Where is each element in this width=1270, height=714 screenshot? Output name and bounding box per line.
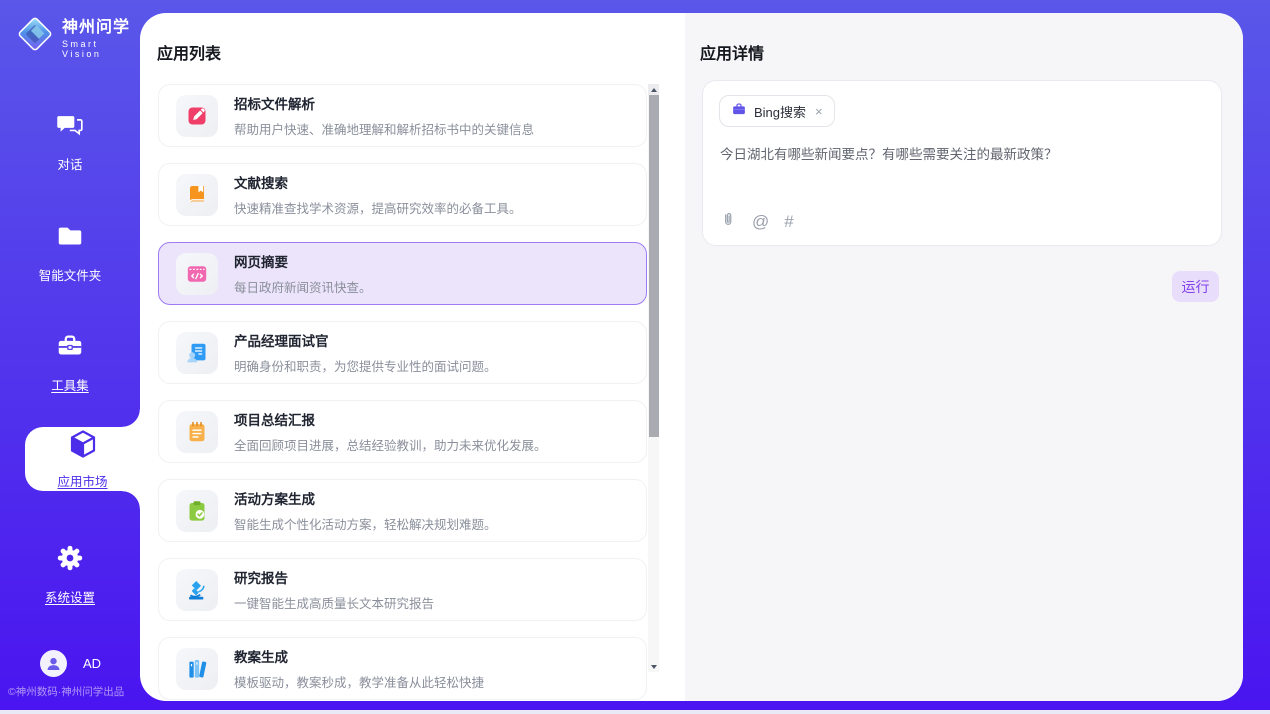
tool-tag-bing-search[interactable]: Bing搜索 ×: [719, 95, 835, 127]
app-card-description: 快速精准查找学术资源，提高研究效率的必备工具。: [234, 198, 522, 217]
app-card-name: 网页摘要: [234, 251, 372, 271]
app-card-name: 产品经理面试官: [234, 330, 497, 350]
app-list-title: 应用列表: [157, 40, 221, 64]
user-account[interactable]: AD: [40, 650, 101, 677]
app-card-description: 模板驱动，教案秒成，教学准备从此轻松快捷: [234, 672, 484, 691]
app-card-description: 一键智能生成高质量长文本研究报告: [234, 593, 434, 612]
main-surface: 应用列表 招标文件解析帮助用户快速、准确地理解和解析招标书中的关键信息文献搜索快…: [140, 13, 1243, 701]
query-editor-card[interactable]: Bing搜索 × 今日湖北有哪些新闻要点？有哪些需要关注的最新政策？ @ #: [702, 80, 1222, 246]
query-text[interactable]: 今日湖北有哪些新闻要点？有哪些需要关注的最新政策？: [720, 145, 1206, 165]
app-card-name: 研究报告: [234, 567, 434, 587]
run-button[interactable]: 运行: [1172, 271, 1219, 302]
arrow-down-icon: [651, 665, 657, 669]
app-card-description: 全面回顾项目进展，总结经验教训，助力未来优化发展。: [234, 435, 547, 454]
sidebar: 神州问学 Smart Vision 对话智能文件夹工具集应用市场系统设置 AD …: [0, 0, 140, 710]
brand-logo-icon: [16, 15, 54, 58]
gear-icon: [55, 543, 85, 578]
lesson-plan-icon: [176, 648, 218, 690]
app-card-bid-document[interactable]: 招标文件解析帮助用户快速、准确地理解和解析招标书中的关键信息: [158, 84, 647, 147]
tool-tag-label: Bing搜索: [754, 102, 806, 121]
project-report-icon: [176, 411, 218, 453]
copyright: ©神州数码·神州问学出品: [8, 684, 124, 699]
sidebar-item-toolbox[interactable]: 工具集: [0, 331, 140, 394]
app-card-name: 项目总结汇报: [234, 409, 547, 429]
avatar: [40, 650, 67, 677]
webpage-summary-icon: [176, 253, 218, 295]
app-card-research-report[interactable]: 研究报告一键智能生成高质量长文本研究报告: [158, 558, 647, 621]
sidebar-item-label: 应用市场: [57, 471, 107, 490]
tag-close-icon[interactable]: ×: [813, 104, 823, 119]
app-detail-panel: 应用详情 Bing搜索 × 今日湖北有哪些新闻要点？有哪些需要关注的最新政策？ …: [685, 13, 1243, 701]
sidebar-item-folder[interactable]: 智能文件夹: [0, 221, 140, 284]
app-card-lesson-plan[interactable]: 教案生成模板驱动，教案秒成，教学准备从此轻松快捷: [158, 637, 647, 700]
sidebar-item-label: 系统设置: [45, 587, 95, 606]
scroll-down-button[interactable]: [648, 661, 659, 672]
scroll-up-button[interactable]: [648, 84, 659, 95]
research-report-icon: [176, 569, 218, 611]
cube-icon: [67, 428, 99, 465]
brand: 神州问学 Smart Vision: [16, 13, 140, 59]
app-card-name: 文献搜索: [234, 172, 522, 192]
app-list-scrollbar[interactable]: [648, 84, 659, 672]
sidebar-item-chat[interactable]: 对话: [0, 110, 140, 173]
app-card-interviewer[interactable]: 产品经理面试官明确身份和职责，为您提供专业性的面试问题。: [158, 321, 647, 384]
event-plan-icon: [176, 490, 218, 532]
app-list-panel: 应用列表 招标文件解析帮助用户快速、准确地理解和解析招标书中的关键信息文献搜索快…: [140, 13, 685, 701]
folder-icon: [55, 221, 85, 256]
brand-name: 神州问学: [62, 13, 140, 37]
app-card-project-report[interactable]: 项目总结汇报全面回顾项目进展，总结经验教训，助力未来优化发展。: [158, 400, 647, 463]
app-card-name: 活动方案生成: [234, 488, 497, 508]
app-card-literature-search[interactable]: 文献搜索快速精准查找学术资源，提高研究效率的必备工具。: [158, 163, 647, 226]
interviewer-icon: [176, 332, 218, 374]
mention-icon[interactable]: @: [752, 213, 769, 230]
user-name: AD: [83, 656, 101, 671]
bottom-strip: [0, 710, 1270, 714]
app-card-description: 明确身份和职责，为您提供专业性的面试问题。: [234, 356, 497, 375]
toolbox-icon: [55, 331, 85, 366]
app-card-description: 帮助用户快速、准确地理解和解析招标书中的关键信息: [234, 119, 534, 138]
literature-search-icon: [176, 174, 218, 216]
app-card-name: 招标文件解析: [234, 93, 534, 113]
app-card-description: 智能生成个性化活动方案，轻松解决规划难题。: [234, 514, 497, 533]
bid-document-icon: [176, 95, 218, 137]
attachment-icon[interactable]: [720, 211, 737, 231]
chat-icon: [55, 110, 85, 145]
sidebar-item-label: 智能文件夹: [39, 265, 102, 284]
app-card-webpage-summary[interactable]: 网页摘要每日政府新闻资讯快查。: [158, 242, 647, 305]
sidebar-item-cube[interactable]: 应用市场: [25, 427, 140, 491]
sidebar-item-label: 工具集: [51, 375, 89, 394]
sidebar-item-gear[interactable]: 系统设置: [0, 543, 140, 606]
app-detail-title: 应用详情: [700, 40, 764, 64]
arrow-up-icon: [651, 88, 657, 92]
sidebar-item-label: 对话: [57, 154, 82, 173]
app-card-description: 每日政府新闻资讯快查。: [234, 277, 372, 296]
app-card-event-plan[interactable]: 活动方案生成智能生成个性化活动方案，轻松解决规划难题。: [158, 479, 647, 542]
scrollbar-thumb[interactable]: [649, 95, 659, 437]
briefcase-icon: [731, 101, 747, 122]
app-card-name: 教案生成: [234, 646, 484, 666]
brand-subtitle: Smart Vision: [62, 39, 140, 59]
hash-icon[interactable]: #: [784, 213, 793, 230]
